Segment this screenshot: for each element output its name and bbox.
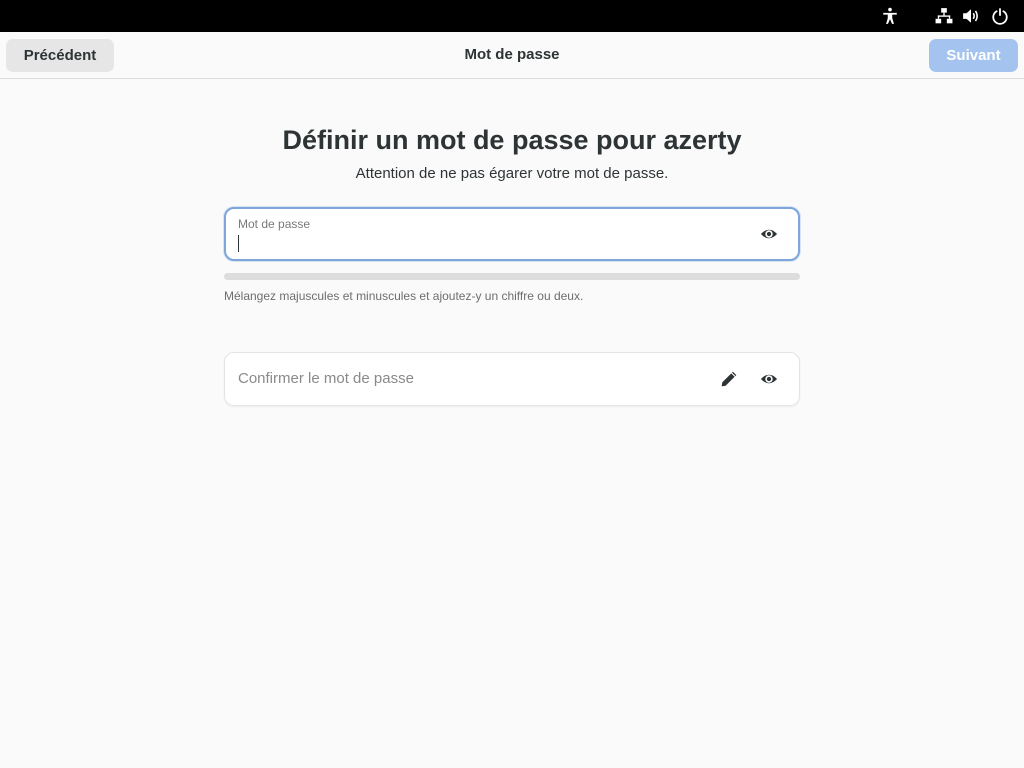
show-confirm-password-icon[interactable] [760, 370, 778, 388]
confirm-password-field[interactable]: Confirmer le mot de passe [224, 352, 800, 406]
power-icon[interactable] [991, 7, 1009, 25]
text-caret [238, 235, 239, 252]
password-hint: Mélangez majuscules et minuscules et ajo… [224, 289, 584, 303]
header-title: Mot de passe [464, 46, 560, 63]
password-field-label: Mot de passe [238, 217, 311, 231]
system-top-bar [0, 0, 1024, 32]
volume-icon[interactable] [962, 7, 980, 25]
show-password-icon[interactable] [760, 225, 778, 243]
page-subtitle: Attention de ne pas égarer votre mot de … [355, 165, 669, 182]
password-field[interactable]: Mot de passe [224, 207, 800, 261]
confirm-password-placeholder: Confirmer le mot de passe [238, 370, 414, 387]
back-button[interactable]: Précédent [6, 39, 114, 72]
edit-pencil-icon [720, 370, 738, 388]
next-button[interactable]: Suivant [929, 39, 1018, 72]
header-bar: Mot de passe Précédent Suivant [0, 32, 1024, 79]
password-strength-bar [224, 273, 800, 280]
network-wired-icon[interactable] [935, 7, 953, 25]
accessibility-icon[interactable] [881, 7, 899, 25]
page-title: Définir un mot de passe pour azerty [282, 125, 742, 155]
